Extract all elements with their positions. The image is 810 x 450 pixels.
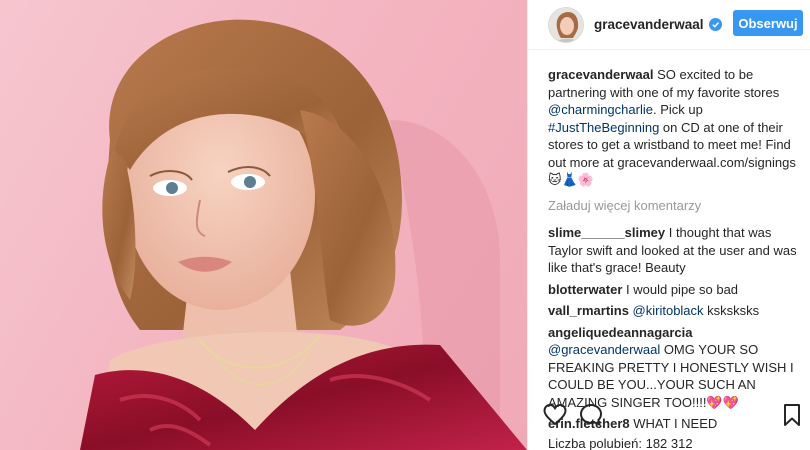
comment-text: I would pipe so bad xyxy=(622,281,739,297)
post-actions xyxy=(542,402,807,432)
comment-item: angeliquedeannagarcia @gracevanderwaal O… xyxy=(548,324,804,412)
comment-mention[interactable]: @gracevanderwaal xyxy=(548,342,660,357)
portrait-illustration xyxy=(80,19,527,450)
comment-username[interactable]: blotterwater xyxy=(548,282,622,297)
post-photo[interactable] xyxy=(0,0,527,450)
follow-button[interactable]: Obserwuj xyxy=(733,10,803,36)
comment-item: vall_rmartins @kiritoblack ksksksks xyxy=(548,302,804,320)
caption-hashtag[interactable]: #JustTheBeginning xyxy=(548,120,659,135)
header-username-text[interactable]: gracevanderwaal xyxy=(594,17,704,32)
likes-count[interactable]: Liczba polubień: 182 312 xyxy=(548,436,693,450)
comment-bubble-icon xyxy=(579,403,603,427)
comment-username[interactable]: slime______slimey xyxy=(548,225,665,240)
comment-mention[interactable]: @kiritoblack xyxy=(629,303,704,318)
caption-username[interactable]: gracevanderwaal xyxy=(548,67,654,82)
comment-username[interactable]: vall_rmartins xyxy=(548,303,629,318)
avatar[interactable] xyxy=(548,6,584,43)
save-button[interactable] xyxy=(779,402,805,428)
bookmark-icon xyxy=(784,404,800,426)
post-header: gracevanderwaal Obserwuj xyxy=(528,0,810,50)
comment-button[interactable] xyxy=(578,402,604,428)
verified-badge-icon xyxy=(708,18,722,31)
caption: gracevanderwaal SO excited to be partner… xyxy=(548,66,804,189)
comment-username[interactable]: angeliquedeannagarcia xyxy=(548,325,693,340)
like-button[interactable] xyxy=(542,402,568,428)
caption-mention[interactable]: @charmingcharlie xyxy=(548,102,653,117)
comment-item: blotterwater I would pipe so bad xyxy=(548,281,804,299)
header-username[interactable]: gracevanderwaal xyxy=(594,17,722,32)
post-side-panel: gracevanderwaal Obserwuj gracevanderwaal… xyxy=(527,0,810,450)
instagram-post: gracevanderwaal Obserwuj gracevanderwaal… xyxy=(0,0,810,450)
likes-value: 182 312 xyxy=(645,436,693,450)
comment-text: ksksksks xyxy=(703,303,760,318)
comments-section: gracevanderwaal SO excited to be partner… xyxy=(548,66,804,437)
likes-label: Liczba polubień: xyxy=(548,436,642,450)
load-more-comments-link[interactable]: Załaduj więcej komentarzy xyxy=(548,197,804,215)
heart-icon xyxy=(543,403,567,426)
caption-emoji: 🐱👗🌸 xyxy=(548,172,594,187)
caption-text-2: . Pick up xyxy=(652,102,703,117)
avatar-image xyxy=(549,7,583,42)
comment-item: slime______slimey I thought that was Tay… xyxy=(548,224,804,277)
